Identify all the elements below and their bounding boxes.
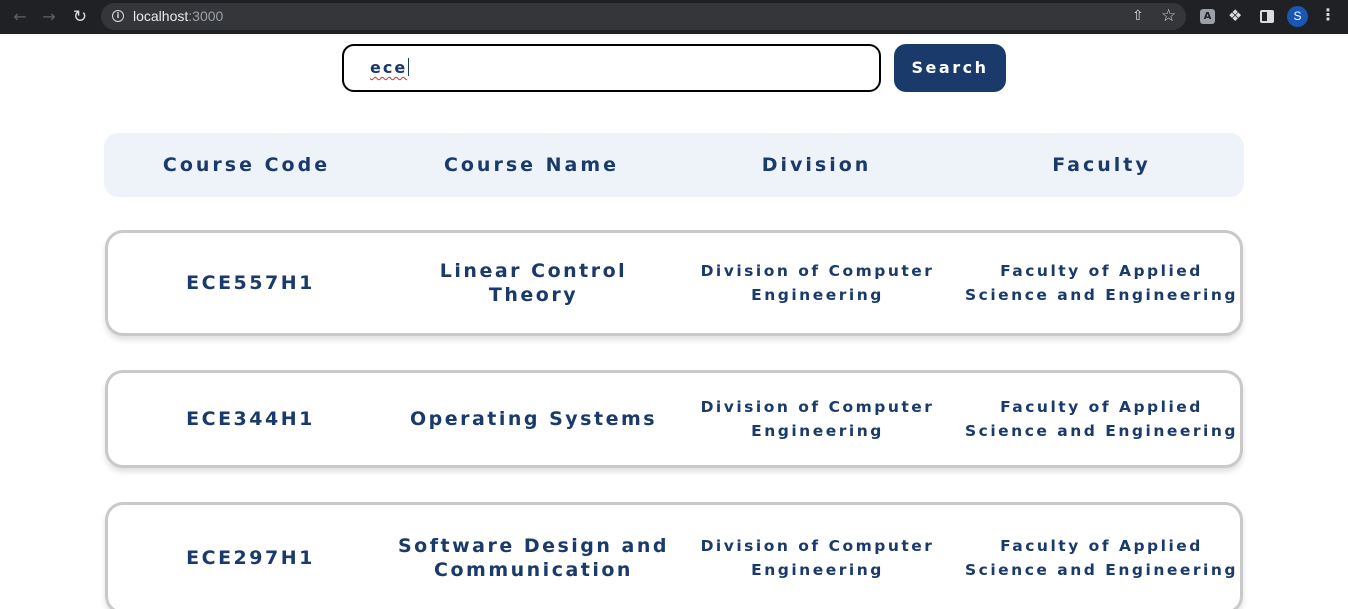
course-code: ECE344H1 xyxy=(186,408,315,430)
info-icon[interactable]: i xyxy=(112,10,124,22)
course-name: Operating Systems xyxy=(409,408,658,430)
puzzle-icon[interactable]: ❖ xyxy=(1228,6,1242,25)
course-faculty: Faculty of Applied Science and Engineeri… xyxy=(965,262,1238,304)
url-port: :3000 xyxy=(188,8,224,24)
course-code: ECE557H1 xyxy=(186,272,315,294)
header-division: Division xyxy=(761,154,872,176)
forward-icon[interactable]: → xyxy=(38,6,60,28)
header-course-name: Course Name xyxy=(443,154,620,176)
course-code: ECE297H1 xyxy=(186,547,315,569)
profile-avatar[interactable]: S xyxy=(1287,6,1308,27)
course-faculty: Faculty of Applied Science and Engineeri… xyxy=(965,398,1238,440)
side-panel-icon[interactable] xyxy=(1260,10,1274,23)
search-input[interactable]: ece xyxy=(370,58,850,80)
back-icon[interactable]: ← xyxy=(9,6,31,28)
search-input-value: ece xyxy=(370,58,408,77)
search-button[interactable]: Search xyxy=(894,44,1006,92)
url-text[interactable]: localhost:3000 xyxy=(133,8,223,24)
header-course-code: Course Code xyxy=(162,154,331,176)
url-host: localhost xyxy=(133,8,189,24)
address-bar[interactable]: i localhost:3000 ⇧ ☆ xyxy=(101,3,1186,30)
course-name: Software Design and Communication xyxy=(397,535,669,581)
extension-icon[interactable]: A xyxy=(1200,9,1215,24)
course-row[interactable]: ECE557H1 Linear Control Theory Division … xyxy=(105,230,1243,336)
course-row[interactable]: ECE344H1 Operating Systems Division of C… xyxy=(105,370,1243,468)
course-name: Linear Control Theory xyxy=(439,260,628,306)
star-icon[interactable]: ☆ xyxy=(1161,6,1176,26)
course-row[interactable]: ECE297H1 Software Design and Communicati… xyxy=(105,502,1243,609)
search-field[interactable]: ece xyxy=(342,44,881,92)
course-division: Division of Computer Engineering xyxy=(700,537,935,579)
course-division: Division of Computer Engineering xyxy=(700,398,935,440)
course-faculty: Faculty of Applied Science and Engineeri… xyxy=(965,537,1238,579)
header-faculty: Faculty xyxy=(1052,154,1151,176)
course-division: Division of Computer Engineering xyxy=(700,262,935,304)
share-icon[interactable]: ⇧ xyxy=(1132,8,1144,24)
menu-icon[interactable]: ⋮ xyxy=(1318,5,1338,24)
text-caret xyxy=(408,58,410,76)
browser-toolbar: ← → ↻ i localhost:3000 ⇧ ☆ A ❖ S ⋮ xyxy=(0,0,1348,34)
reload-icon[interactable]: ↻ xyxy=(69,6,91,28)
table-header: Course Code Course Name Division Faculty xyxy=(104,133,1244,197)
